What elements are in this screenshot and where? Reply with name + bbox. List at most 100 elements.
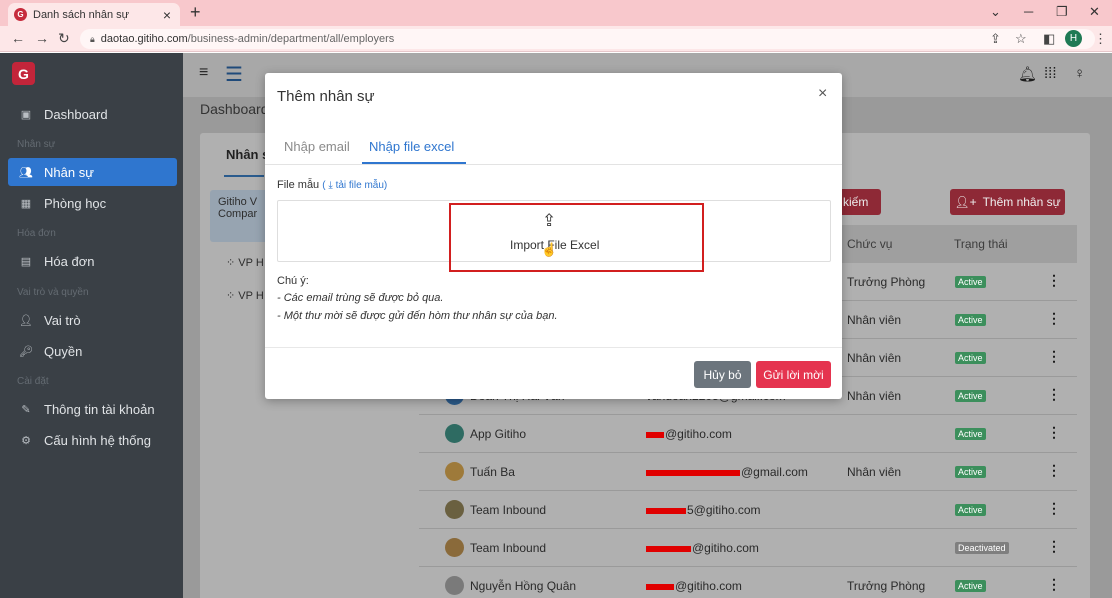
row-menu-icon[interactable]: ⋮ xyxy=(1047,462,1061,479)
url-domain: daotao.gitiho.com xyxy=(100,33,188,45)
add-employee-modal: Thêm nhân sự × Nhập email Nhập file exce… xyxy=(265,73,842,399)
back-icon[interactable]: ← xyxy=(11,30,25,46)
cell-name: Nguyễn Hồng Quân xyxy=(470,579,577,593)
tab-underline xyxy=(224,175,264,177)
user-avatar-icon[interactable]: ♀ xyxy=(1074,65,1085,82)
row-menu-icon[interactable]: ⋮ xyxy=(1047,272,1061,289)
profile-avatar[interactable]: H xyxy=(1065,30,1082,47)
redacted-mark xyxy=(646,469,740,476)
cell-name: App Gitiho xyxy=(470,427,527,441)
sidebar-item-cau-hinh[interactable]: ⚙ Cấu hình hệ thống xyxy=(8,426,177,454)
sidebar-item-nhan-su[interactable]: 👥︎ Nhân sự xyxy=(8,158,177,186)
sidebar-item-label: Nhân sự xyxy=(44,164,94,180)
share-icon[interactable]: ⇪ xyxy=(990,31,1001,47)
send-invite-button[interactable]: Gửi lời mời xyxy=(756,361,831,388)
address-bar: ← → ↻ 🔒︎ daotao.gitiho.com/business-admi… xyxy=(0,26,1112,52)
row-menu-icon[interactable]: ⋮ xyxy=(1047,310,1061,327)
calendar-icon: ▦ xyxy=(20,197,32,210)
cell-name: Team Inbound xyxy=(470,503,547,517)
window-close-icon[interactable]: ✕ xyxy=(1089,4,1100,20)
add-user-icon: 👤︎+ xyxy=(954,195,977,209)
apps-grid-icon[interactable]: ⁞⁞⁞ xyxy=(1044,65,1057,82)
cell-role: Nhân viên xyxy=(847,389,902,403)
sidebar-item-dashboard[interactable]: ▣ Dashboard xyxy=(8,100,177,128)
cancel-button[interactable]: Hủy bỏ xyxy=(694,361,751,388)
url-field[interactable]: 🔒︎ daotao.gitiho.com/business-admin/depa… xyxy=(80,29,1095,49)
table-row: Team Inbound 5@gitiho.com Active ⋮ xyxy=(419,491,1077,529)
company-item[interactable]: Gitiho V Compar xyxy=(210,190,270,242)
sidebar-item-label: Thông tin tài khoản xyxy=(44,401,155,417)
department-item[interactable]: ⁘ VP H xyxy=(226,256,264,269)
row-menu-icon[interactable]: ⋮ xyxy=(1047,576,1061,593)
sidebar-item-label: Phòng học xyxy=(44,195,107,211)
row-menu-icon[interactable]: ⋮ xyxy=(1047,424,1061,441)
new-tab-icon[interactable]: + xyxy=(190,2,201,23)
minimize-icon[interactable]: ─ xyxy=(1024,4,1033,19)
sidebar-item-label: Dashboard xyxy=(44,106,108,122)
tab-nhap-file-excel[interactable]: Nhập file excel xyxy=(369,139,454,154)
tab-nhan-su[interactable]: Nhân s xyxy=(226,147,269,162)
note-line: - Các email trùng sẽ được bỏ qua. xyxy=(277,292,444,304)
users-icon: 👥︎ xyxy=(19,166,33,179)
invoice-icon: ▤ xyxy=(20,255,32,268)
status-badge: Active xyxy=(955,504,986,516)
menu-dots-icon[interactable]: ⋮ xyxy=(1094,31,1107,47)
status-badge: Active xyxy=(955,314,986,326)
search-button[interactable]: kiếm xyxy=(839,189,881,215)
download-template-link[interactable]: ( ⤓ tải file mẫu) xyxy=(322,180,387,191)
close-icon[interactable]: × xyxy=(818,85,827,103)
cell-email: @gitiho.com xyxy=(646,541,759,555)
status-badge: Deactivated xyxy=(955,542,1009,554)
row-menu-icon[interactable]: ⋮ xyxy=(1047,538,1061,555)
sidebar-item-label: Vai trò xyxy=(44,312,81,328)
redacted-mark xyxy=(646,431,664,438)
department-item[interactable]: ⁘ VP H xyxy=(226,289,264,302)
browser-tab[interactable]: G Danh sách nhân sự × xyxy=(8,3,180,26)
cell-role: Trưởng Phòng xyxy=(847,579,926,593)
star-icon[interactable]: ☆ xyxy=(1015,31,1027,47)
sidebar-section-label: Hóa đơn xyxy=(17,228,56,239)
forward-icon[interactable]: → xyxy=(35,30,49,46)
sidepanel-icon[interactable]: ◧ xyxy=(1043,31,1055,47)
row-menu-icon[interactable]: ⋮ xyxy=(1047,348,1061,365)
chevron-down-icon[interactable]: ⌄ xyxy=(990,4,1001,20)
maximize-icon[interactable]: ❐ xyxy=(1056,4,1068,20)
row-menu-icon[interactable]: ⋮ xyxy=(1047,500,1061,517)
sidebar-item-phong-hoc[interactable]: ▦ Phòng học xyxy=(8,189,177,217)
row-menu-icon[interactable]: ⋮ xyxy=(1047,386,1061,403)
col-header-role: Chức vụ xyxy=(847,237,893,251)
tab-nhap-email[interactable]: Nhập email xyxy=(284,139,350,154)
tab-title: Danh sách nhân sự xyxy=(33,8,130,21)
file-template-label: File mẫu ( ⤓ tải file mẫu) xyxy=(277,179,388,191)
sidebar-item-hoa-don[interactable]: ▤ Hóa đơn xyxy=(8,247,177,275)
breadcrumb[interactable]: Dashboard xyxy=(200,101,269,117)
sliders-icon[interactable]: ☰ xyxy=(225,62,243,87)
redacted-mark xyxy=(646,545,691,552)
sidebar-item-quyen[interactable]: 🔑︎ Quyền xyxy=(8,337,177,365)
download-icon: ⤓ xyxy=(328,180,333,191)
cell-email: @gmail.com xyxy=(646,465,808,479)
avatar xyxy=(445,576,464,595)
sidebar: G ▣ Dashboard Nhân sự 👥︎ Nhân sự ▦ Phòng… xyxy=(0,53,183,598)
sidebar-item-vai-tro[interactable]: 👤︎ Vai trò xyxy=(8,306,177,334)
roles-icon: 👤︎ xyxy=(19,314,33,327)
cell-role: Nhân viên xyxy=(847,351,902,365)
edit-icon: ✎ xyxy=(21,403,31,416)
note-title: Chú ý: xyxy=(277,275,309,287)
reload-icon[interactable]: ↻ xyxy=(58,30,70,47)
add-employee-button[interactable]: 👤︎+ Thêm nhân sự xyxy=(950,189,1065,215)
sidebar-section-label: Vai trò và quyền xyxy=(17,287,89,298)
status-badge: Active xyxy=(955,466,986,478)
gitiho-logo[interactable]: G xyxy=(12,62,35,85)
close-tab-icon[interactable]: × xyxy=(160,7,174,23)
hamburger-icon[interactable]: ≡ xyxy=(199,64,208,82)
redacted-mark xyxy=(646,583,674,590)
table-row: Team Inbound @gitiho.com Deactivated ⋮ xyxy=(419,529,1077,567)
col-header-status: Trạng thái xyxy=(954,237,1008,251)
add-employee-label: Thêm nhân sự xyxy=(982,195,1061,209)
avatar xyxy=(445,462,464,481)
cell-email: @gitiho.com xyxy=(646,427,732,441)
bell-icon[interactable]: 🔔︎ xyxy=(1018,65,1037,83)
url-path: /business-admin/department/all/employers xyxy=(187,33,395,45)
sidebar-item-thong-tin[interactable]: ✎ Thông tin tài khoản xyxy=(8,395,177,423)
